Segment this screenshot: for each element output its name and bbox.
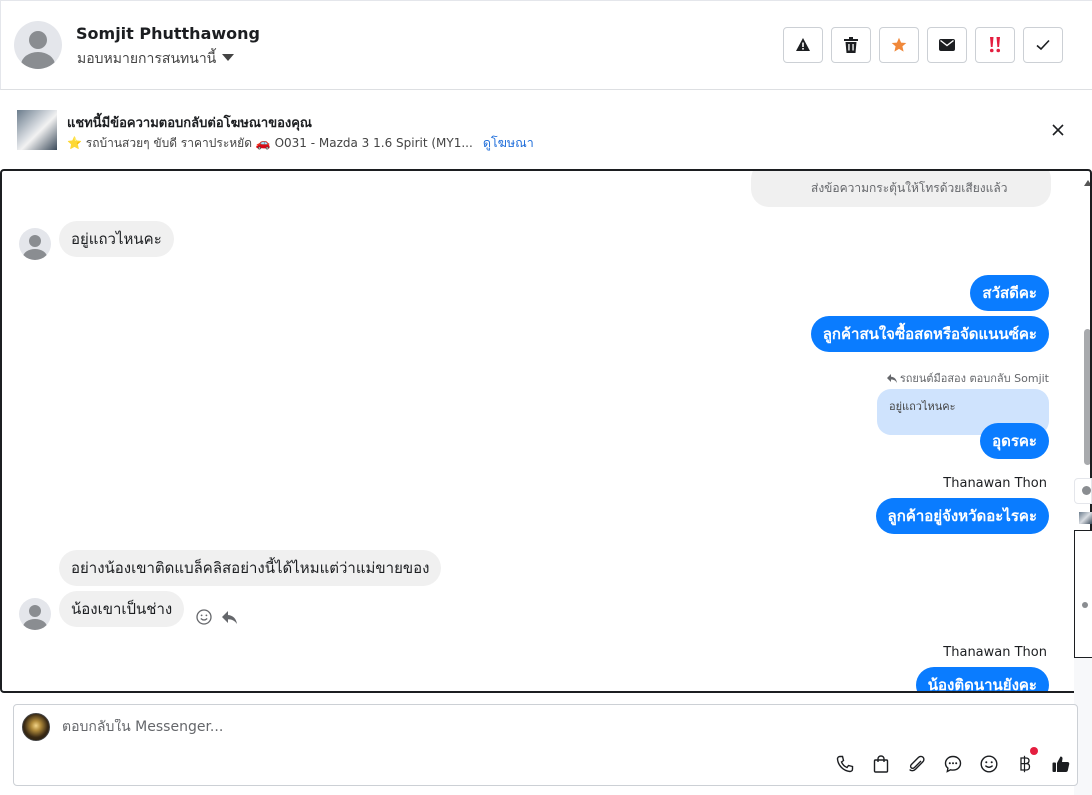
baht-icon xyxy=(1020,755,1031,773)
sender-name: Thanawan Thon xyxy=(943,645,1047,660)
outgoing-message[interactable]: น้องติดนานยังคะ xyxy=(915,667,1049,691)
thumbs-up-icon xyxy=(1052,756,1070,772)
chat-bubble-icon xyxy=(944,755,962,773)
header-actions xyxy=(783,27,1063,63)
assign-conversation-dropdown[interactable]: มอบหมายการสนทนานี้ xyxy=(77,48,235,70)
ad-reply-banner: แชทนี้มีข้อความตอบกลับต่อโฆษณาของคุณ ⭐ ร… xyxy=(0,90,1092,170)
double-exclamation-icon xyxy=(989,37,1001,53)
outgoing-message[interactable]: สวัสดีคะ xyxy=(970,275,1049,311)
ad-banner-title: แชทนี้มีข้อความตอบกลับต่อโฆษณาของคุณ xyxy=(67,116,312,131)
incoming-message[interactable]: น้องเขาเป็นช่าง xyxy=(59,591,185,627)
trash-icon xyxy=(844,37,858,53)
sender-name: Thanawan Thon xyxy=(943,476,1047,491)
assign-label: มอบหมายการสนทนานี้ xyxy=(77,51,217,67)
page-avatar xyxy=(22,713,50,741)
mark-done-button[interactable] xyxy=(1023,27,1063,63)
outgoing-message[interactable]: อุดรคะ xyxy=(980,423,1049,459)
phone-icon xyxy=(836,755,854,773)
close-banner-button[interactable] xyxy=(1048,120,1068,140)
messenger-inbox: Somjit Phutthawong มอบหมายการสนทนานี้ แช… xyxy=(0,0,1092,795)
side-panel-edge xyxy=(1074,478,1092,795)
reply-arrow-icon xyxy=(886,373,897,383)
attach-button[interactable] xyxy=(906,753,928,775)
message-composer xyxy=(13,704,1078,786)
view-ad-link[interactable]: ดูโฆษณา xyxy=(483,133,534,153)
reply-meta-text: รถยนต์มือสอง ตอบกลับ Somjit xyxy=(899,372,1049,385)
outgoing-message[interactable]: ลูกค้าสนใจซื้อสดหรือจัดแนนซ์คะ xyxy=(810,316,1049,352)
outgoing-message[interactable]: ลูกค้าอยู่จังหวัดอะไรคะ xyxy=(875,498,1049,534)
incoming-message[interactable]: อย่างน้องเขาติดแบล็คลิสอย่างนี้ได้ไหมแต่… xyxy=(59,550,442,586)
shop-button[interactable] xyxy=(870,753,892,775)
close-icon xyxy=(1052,124,1064,136)
warning-icon xyxy=(796,38,810,51)
reply-icon[interactable] xyxy=(222,610,237,624)
envelope-icon xyxy=(939,39,955,51)
call-prompt-card: ส่งข้อความกระตุ้นให้โทรด้วยเสียงแล้ว xyxy=(751,171,1051,207)
ad-thumbnail xyxy=(17,110,57,150)
contact-avatar[interactable] xyxy=(14,21,62,69)
call-button[interactable] xyxy=(834,753,856,775)
message-tools xyxy=(196,609,237,625)
scroll-up-arrow-icon[interactable] xyxy=(1084,180,1090,186)
caret-down-icon xyxy=(222,54,235,61)
composer-toolbar xyxy=(834,747,1072,775)
report-button[interactable] xyxy=(783,27,823,63)
message-thread[interactable]: ส่งข้อความกระตุ้นให้โทรด้วยเสียงแล้ว อยู… xyxy=(0,169,1092,693)
star-icon xyxy=(891,37,907,52)
sender-avatar[interactable] xyxy=(19,598,51,630)
ad-banner-subtitle: ⭐ รถบ้านสวยๆ ขับดี ราคาประหยัด 🚗 O031 - … xyxy=(67,135,473,150)
check-icon xyxy=(1036,39,1050,51)
like-button[interactable] xyxy=(1050,753,1072,775)
notification-dot xyxy=(1030,747,1038,755)
emoji-icon xyxy=(980,755,998,773)
reply-meta: รถยนต์มือสอง ตอบกลับ Somjit xyxy=(886,369,1049,387)
saved-replies-button[interactable] xyxy=(942,753,964,775)
priority-button[interactable] xyxy=(975,27,1015,63)
incoming-message[interactable]: อยู่แถวไหนคะ xyxy=(59,221,174,257)
paperclip-icon xyxy=(909,755,925,772)
shopping-bag-icon xyxy=(873,755,889,773)
conversation-header: Somjit Phutthawong มอบหมายการสนทนานี้ xyxy=(0,0,1092,90)
scroll-thumb[interactable] xyxy=(1084,329,1090,465)
ad-banner-subtitle-row: ⭐ รถบ้านสวยๆ ขับดี ราคาประหยัด 🚗 O031 - … xyxy=(67,133,534,153)
react-emoji-icon[interactable] xyxy=(196,609,212,625)
emoji-button[interactable] xyxy=(978,753,1000,775)
call-prompt-text: ส่งข้อความกระตุ้นให้โทรด้วยเสียงแล้ว xyxy=(811,181,1008,195)
sender-avatar[interactable] xyxy=(19,228,51,260)
star-button[interactable] xyxy=(879,27,919,63)
delete-button[interactable] xyxy=(831,27,871,63)
contact-name[interactable]: Somjit Phutthawong xyxy=(76,24,260,43)
payment-button[interactable] xyxy=(1014,747,1038,775)
mark-unread-button[interactable] xyxy=(927,27,967,63)
reply-input[interactable] xyxy=(62,719,762,735)
